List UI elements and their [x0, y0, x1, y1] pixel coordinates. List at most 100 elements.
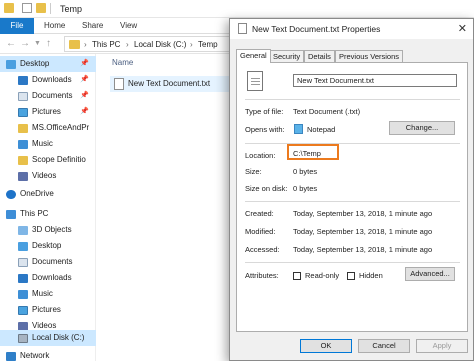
- sidebar-item-label: Local Disk (C:): [32, 333, 85, 342]
- folder-icon: [69, 40, 80, 49]
- sidebar-item-pictures[interactable]: Pictures 📌: [0, 104, 96, 120]
- tab-general[interactable]: General: [236, 49, 271, 63]
- address-input[interactable]: › This PC › Local Disk (C:) › Temp: [64, 36, 232, 52]
- accessed-label: Accessed:: [245, 245, 280, 254]
- hidden-checkbox[interactable]: [347, 272, 355, 280]
- properties-quick-icon[interactable]: [22, 3, 32, 13]
- location-value: C:\Temp: [293, 149, 321, 158]
- sidebar-item-documents-pc[interactable]: Documents: [0, 254, 96, 270]
- sidebar-item-label: Downloads: [32, 273, 72, 282]
- sidebar-item-music-pc[interactable]: Music: [0, 286, 96, 302]
- tab-previous-versions[interactable]: Previous Versions: [335, 50, 404, 62]
- divider: [245, 99, 460, 100]
- desktop-icon: [18, 242, 28, 251]
- general-tab-panel: Type of file: Text Document (.txt) Opens…: [236, 62, 468, 332]
- sidebar-item-this-pc[interactable]: This PC: [0, 206, 96, 222]
- documents-icon: [18, 92, 28, 101]
- onedrive-icon: [6, 190, 16, 199]
- pin-icon: 📌: [80, 76, 89, 83]
- breadcrumb-separator-icon[interactable]: ›: [84, 40, 87, 49]
- text-file-icon: [238, 23, 247, 34]
- pictures-icon: [18, 306, 28, 315]
- sidebar-item-downloads[interactable]: Downloads 📌: [0, 72, 96, 88]
- downloads-icon: [18, 76, 28, 85]
- pin-icon: 📌: [80, 92, 89, 99]
- ok-button[interactable]: OK: [300, 339, 352, 353]
- dialog-title: New Text Document.txt Properties: [252, 24, 381, 34]
- apply-button[interactable]: Apply: [416, 339, 468, 353]
- sidebar-item-label: Music: [32, 289, 53, 298]
- sidebar-item-downloads-pc[interactable]: Downloads: [0, 270, 96, 286]
- type-label: Type of file:: [245, 107, 284, 116]
- cancel-button[interactable]: Cancel: [358, 339, 410, 353]
- text-file-icon: [114, 78, 124, 90]
- breadcrumb-separator-icon[interactable]: ›: [126, 40, 129, 49]
- folder-icon: [18, 156, 28, 165]
- forward-arrow-icon[interactable]: →: [20, 38, 30, 49]
- music-icon: [18, 140, 28, 149]
- sidebar-item-label: Scope Definitio: [32, 155, 86, 164]
- advanced-button[interactable]: Advanced...: [405, 267, 455, 281]
- tab-details[interactable]: Details: [304, 50, 335, 62]
- location-label: Location:: [245, 151, 276, 160]
- sidebar-item-ms-office[interactable]: MS.OfficeAndPr: [0, 120, 96, 136]
- sidebar-item-videos[interactable]: Videos: [0, 168, 96, 184]
- sidebar-item-local-disk[interactable]: Local Disk (C:): [0, 330, 96, 346]
- tab-security[interactable]: Security: [269, 50, 305, 62]
- tab-share[interactable]: Share: [78, 18, 107, 34]
- change-button[interactable]: Change...: [389, 121, 455, 135]
- breadcrumb-local-disk[interactable]: Local Disk (C:): [134, 40, 186, 49]
- read-only-label: Read-only: [305, 271, 340, 280]
- sidebar-item-onedrive[interactable]: OneDrive: [0, 186, 96, 202]
- sidebar-item-3d-objects[interactable]: 3D Objects: [0, 222, 96, 238]
- sidebar-item-desktop[interactable]: Desktop 📌: [0, 56, 96, 72]
- this-pc-icon: [6, 210, 16, 219]
- sidebar-item-label: Documents: [32, 257, 73, 266]
- tab-file[interactable]: File: [0, 18, 34, 34]
- folder-icon: [4, 3, 14, 13]
- sidebar-item-label: OneDrive: [20, 189, 54, 198]
- breadcrumb-separator-icon[interactable]: ›: [190, 40, 193, 49]
- modified-value: Today, September 13, 2018, 1 minute ago: [293, 227, 433, 236]
- pictures-icon: [18, 108, 28, 117]
- sidebar-item-desktop-pc[interactable]: Desktop: [0, 238, 96, 254]
- up-arrow-icon[interactable]: ↑: [46, 38, 51, 49]
- divider: [245, 143, 460, 144]
- close-icon[interactable]: ✕: [458, 22, 467, 35]
- back-arrow-icon[interactable]: ←: [6, 38, 16, 49]
- sidebar-item-label: Videos: [32, 171, 57, 180]
- dialog-titlebar: New Text Document.txt Properties ✕: [230, 19, 473, 39]
- sidebar-item-music[interactable]: Music: [0, 136, 96, 152]
- tab-view[interactable]: View: [116, 18, 141, 34]
- network-icon: [6, 352, 16, 361]
- breadcrumb-temp[interactable]: Temp: [198, 40, 218, 49]
- new-folder-quick-icon[interactable]: [36, 3, 46, 13]
- type-value: Text Document (.txt): [293, 107, 361, 116]
- file-row[interactable]: New Text Document.txt: [110, 76, 230, 92]
- sidebar-item-network[interactable]: Network: [0, 348, 96, 361]
- sidebar-item-label: Network: [20, 351, 50, 360]
- folder-icon: [18, 124, 28, 133]
- column-header-name[interactable]: Name: [112, 58, 133, 67]
- size-on-disk-value: 0 bytes: [293, 184, 318, 193]
- sidebar-item-label: Downloads: [32, 75, 72, 84]
- opens-with-label: Opens with:: [245, 125, 285, 134]
- sidebar-item-pictures-pc[interactable]: Pictures: [0, 302, 96, 318]
- recent-locations-chevron-icon[interactable]: ▼: [34, 40, 41, 47]
- opens-with-value: Notepad: [307, 125, 336, 134]
- sidebar-item-scope-definition[interactable]: Scope Definitio: [0, 152, 96, 168]
- documents-icon: [18, 258, 28, 267]
- hidden-label: Hidden: [359, 271, 383, 280]
- breadcrumb-this-pc[interactable]: This PC: [92, 40, 120, 49]
- sidebar-item-documents[interactable]: Documents 📌: [0, 88, 96, 104]
- size-value: 0 bytes: [293, 167, 318, 176]
- filename-input[interactable]: [293, 74, 457, 87]
- tab-home[interactable]: Home: [40, 18, 69, 34]
- navigation-pane: Desktop 📌 Downloads 📌 Documents 📌 Pictur…: [0, 54, 96, 361]
- sidebar-item-label: Desktop: [32, 241, 62, 250]
- sidebar-item-label: 3D Objects: [32, 225, 72, 234]
- local-disk-icon: [18, 334, 28, 343]
- dialog-tabs: General Security Details Previous Versio…: [236, 49, 468, 63]
- read-only-checkbox[interactable]: [293, 272, 301, 280]
- pin-icon: 📌: [80, 60, 89, 67]
